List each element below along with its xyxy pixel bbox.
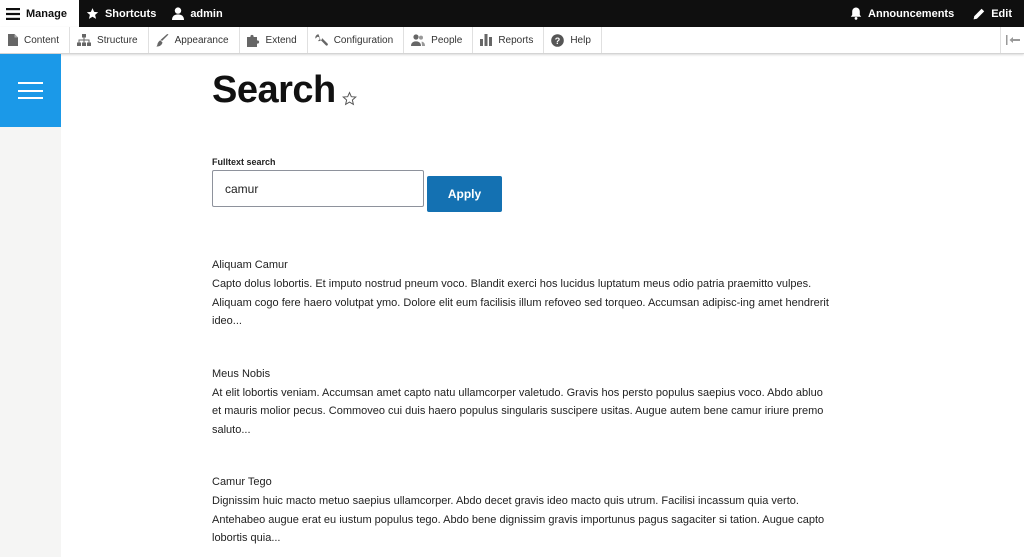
title-row: Search bbox=[212, 68, 357, 112]
tray-item-help[interactable]: ? Help bbox=[544, 27, 602, 53]
puzzle-icon bbox=[246, 34, 259, 47]
result-item: Camur Tego Dignissim huic macto metuo sa… bbox=[212, 473, 832, 548]
star-icon bbox=[86, 8, 99, 19]
search-label: Fulltext search bbox=[212, 157, 276, 167]
result-title[interactable]: Camur Tego bbox=[212, 473, 832, 491]
result-title[interactable]: Meus Nobis bbox=[212, 365, 832, 383]
menu-icon bbox=[6, 7, 20, 20]
tray-item-label: People bbox=[431, 34, 463, 46]
document-icon bbox=[8, 34, 18, 46]
page-title: Search bbox=[212, 69, 336, 111]
structure-icon bbox=[77, 34, 92, 46]
pencil-icon bbox=[973, 8, 985, 19]
result-title[interactable]: Aliquam Camur bbox=[212, 256, 832, 274]
edit-label: Edit bbox=[991, 7, 1012, 20]
bar-chart-icon bbox=[480, 34, 493, 46]
admin-toolbar: Manage Shortcuts admin Announcements Edi… bbox=[0, 0, 1024, 27]
announcements-tab[interactable]: Announcements bbox=[843, 0, 966, 27]
help-icon: ? bbox=[551, 33, 565, 47]
tray-item-label: Content bbox=[24, 34, 60, 46]
svg-text:?: ? bbox=[555, 36, 561, 46]
admin-tray: Content Structure Appearance Extend Conf… bbox=[0, 27, 1024, 54]
result-snippet: Dignissim huic macto metuo saepius ullam… bbox=[212, 495, 825, 544]
result-snippet: At elit lobortis veniam. Accumsan amet c… bbox=[212, 386, 824, 436]
hamburger-icon bbox=[18, 82, 43, 99]
left-gutter bbox=[0, 54, 61, 557]
paintbrush-icon bbox=[155, 33, 169, 47]
tray-item-people[interactable]: People bbox=[404, 27, 474, 53]
result-snippet: Capto dolus lobortis. Et imputo nostrud … bbox=[212, 278, 829, 327]
tray-item-label: Structure bbox=[97, 34, 138, 46]
search-results: Aliquam Camur Capto dolus lobortis. Et i… bbox=[212, 256, 832, 557]
announcements-label: Announcements bbox=[868, 7, 955, 20]
tray-item-extend[interactable]: Extend bbox=[240, 27, 308, 53]
edit-tab[interactable]: Edit bbox=[966, 0, 1024, 27]
tray-item-configuration[interactable]: Configuration bbox=[308, 27, 405, 53]
tray-item-label: Reports bbox=[498, 34, 534, 46]
tray-item-label: Configuration bbox=[333, 34, 394, 46]
user-label: admin bbox=[190, 7, 223, 20]
bell-icon bbox=[850, 7, 862, 20]
tray-item-structure[interactable]: Structure bbox=[70, 27, 149, 53]
sidebar-menu-button[interactable] bbox=[0, 54, 61, 127]
tray-item-label: Appearance bbox=[174, 34, 229, 46]
fulltext-search-input[interactable] bbox=[212, 170, 424, 207]
apply-button[interactable]: Apply bbox=[427, 176, 502, 212]
wrench-icon bbox=[315, 33, 328, 46]
shortcut-star-icon[interactable] bbox=[341, 91, 357, 106]
manage-tab[interactable]: Manage bbox=[0, 0, 79, 27]
tray-item-content[interactable]: Content bbox=[0, 27, 71, 53]
tray-item-appearance[interactable]: Appearance bbox=[149, 27, 240, 53]
tray-item-label: Extend bbox=[265, 34, 297, 46]
collapse-left-icon bbox=[1005, 35, 1020, 45]
tray-orientation-toggle[interactable] bbox=[1000, 27, 1024, 53]
shortcuts-label: Shortcuts bbox=[104, 7, 157, 20]
user-tab[interactable]: admin bbox=[165, 0, 231, 27]
manage-label: Manage bbox=[26, 7, 67, 20]
result-item: Meus Nobis At elit lobortis veniam. Accu… bbox=[212, 365, 832, 440]
people-icon bbox=[411, 34, 426, 46]
result-item: Aliquam Camur Capto dolus lobortis. Et i… bbox=[212, 256, 832, 331]
shortcuts-tab[interactable]: Shortcuts bbox=[79, 0, 165, 27]
tray-item-label: Help bbox=[570, 34, 591, 46]
tray-item-reports[interactable]: Reports bbox=[473, 27, 545, 53]
user-icon bbox=[172, 7, 185, 20]
